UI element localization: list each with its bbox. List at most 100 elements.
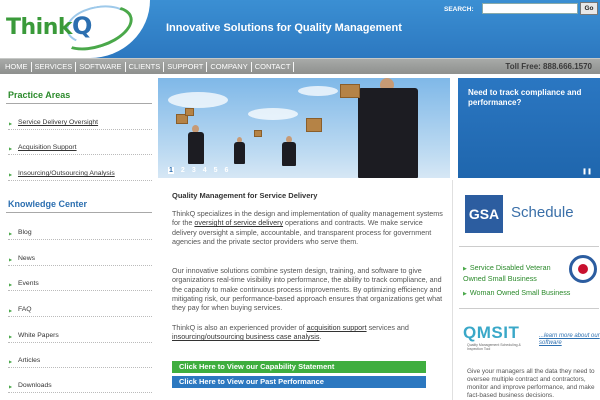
pager-item-6[interactable]: 6 [225, 167, 229, 174]
sidebar-item-service-delivery-oversight[interactable]: ▶ Service Delivery Oversight [8, 117, 152, 130]
solutions-paragraph: Our innovative solutions combine system … [172, 266, 443, 313]
learn-more-link[interactable]: ...learn more about our software [539, 333, 600, 347]
bullet-icon: ▶ [463, 291, 467, 297]
logo-text-main: Think [6, 15, 73, 40]
page-title: Quality Management for Service Delivery [172, 191, 318, 200]
paragraph-text: ThinkQ is also an experienced provider o… [172, 323, 307, 332]
nav-support[interactable]: SUPPORT [164, 59, 206, 75]
logo[interactable]: ThinkQ [0, 0, 150, 59]
sidebar-item-news[interactable]: ▶ News [8, 253, 152, 266]
sidebar-item-label: Downloads [18, 382, 52, 389]
tagline: Innovative Solutions for Quality Managem… [166, 22, 402, 34]
nav-home[interactable]: HOME [2, 59, 31, 75]
sidebar-item-label: Blog [18, 229, 32, 236]
sidebar-item-label: Service Delivery Oversight [18, 119, 99, 126]
nav-divider [75, 62, 77, 72]
qmsit-logo[interactable]: QMSIT Quality Management Scheduling & In… [463, 323, 535, 353]
bullet-icon: ▶ [9, 359, 13, 364]
promo-panel[interactable]: Need to track compliance and performance… [458, 78, 600, 178]
toll-free-number: Toll Free: 888.666.1570 [505, 62, 592, 71]
veteran-seal-icon [569, 255, 597, 283]
nav-clients[interactable]: CLIENTS [126, 59, 164, 75]
cloud [248, 108, 298, 120]
promo-title: Need to track compliance and performance… [468, 88, 582, 107]
acquisition-support-link[interactable]: acquisition support [307, 323, 367, 332]
banner-pager: 1 2 3 4 5 6 [168, 167, 228, 174]
wosb-label: Woman Owned Small Business [469, 288, 571, 297]
divider [6, 212, 152, 213]
gsa-schedule-label[interactable]: Schedule [511, 204, 574, 221]
sidebar-item-events[interactable]: ▶ Events [8, 278, 152, 291]
businessman-figure [358, 88, 418, 178]
nav-contact[interactable]: CONTACT [252, 59, 294, 75]
bullet-icon: ▶ [9, 334, 13, 339]
pager-item-4[interactable]: 4 [203, 167, 207, 174]
oversight-link[interactable]: oversight of service delivery [194, 218, 283, 227]
paragraph-text: services and [366, 323, 409, 332]
divider [459, 308, 599, 309]
capability-statement-button[interactable]: Click Here to View our Capability Statem… [172, 361, 426, 373]
gsa-logo[interactable]: GSA [465, 195, 503, 233]
pager-item-3[interactable]: 3 [192, 167, 196, 174]
sidebar-item-blog[interactable]: ▶ Blog [8, 227, 152, 240]
search-go-button[interactable]: Go [580, 2, 598, 15]
bullet-icon: ▶ [9, 172, 13, 177]
nav-divider [30, 62, 32, 72]
bullet-icon: ▶ [463, 266, 467, 272]
sidebar-item-label: Articles [18, 357, 41, 364]
search-input[interactable] [482, 3, 578, 14]
search-label: SEARCH: [444, 6, 474, 13]
flying-box [254, 130, 262, 137]
sidebar-item-acquisition-support[interactable]: ▶ Acquisition Support [8, 142, 152, 155]
sidebar-item-label: FAQ [18, 306, 32, 313]
pager-item-2[interactable]: 2 [181, 167, 185, 174]
right-column: GSA Schedule ▶ Service Disabled Veteran O… [452, 180, 600, 400]
qmsit-description: Give your managers all the data they nee… [467, 368, 595, 399]
sidebar-item-white-papers[interactable]: ▶ White Papers [8, 330, 152, 343]
businessman-figure [188, 132, 204, 164]
sidebar-item-label: Insourcing/Outsourcing Analysis [18, 170, 115, 177]
cloud [298, 86, 338, 96]
nav-services[interactable]: SERVICES [32, 59, 76, 75]
hero-banner-image[interactable] [158, 78, 450, 178]
sidebar-item-label: Events [18, 280, 39, 287]
main-nav: HOME SERVICES SOFTWARE CLIENTS SUPPORT C… [0, 58, 600, 74]
practice-areas-heading: Practice Areas [8, 90, 71, 100]
bullet-icon: ▶ [9, 308, 13, 313]
nav-divider [250, 62, 252, 72]
sidebar-item-downloads[interactable]: ▶ Downloads [8, 380, 152, 393]
insourcing-outsourcing-link[interactable]: insourcing/outsourcing business case ana… [172, 332, 319, 341]
cloud [168, 92, 228, 108]
sidebar-item-label: News [18, 255, 35, 262]
acquisition-paragraph: ThinkQ is also an experienced provider o… [172, 323, 444, 342]
pause-icon[interactable]: ❚❚ [582, 168, 592, 175]
qmsit-wordmark: QMSIT [463, 323, 520, 342]
bullet-icon: ▶ [9, 121, 13, 126]
bullet-icon: ▶ [9, 146, 13, 151]
nav-software[interactable]: SOFTWARE [76, 59, 124, 75]
site-header: ThinkQ Innovative Solutions for Quality … [0, 0, 600, 59]
sidebar-item-faq[interactable]: ▶ FAQ [8, 304, 152, 317]
bullet-icon: ▶ [9, 231, 13, 236]
sidebar-item-label: Acquisition Support [18, 144, 77, 151]
sidebar-item-articles[interactable]: ▶ Articles [8, 355, 152, 368]
paragraph-text: . [319, 332, 322, 342]
businessman-figure [234, 142, 245, 164]
pager-item-1[interactable]: 1 [168, 167, 174, 174]
businessman-figure [282, 142, 296, 166]
nav-divider [293, 62, 295, 72]
left-sidebar: Practice Areas ▶ Service Delivery Oversi… [0, 74, 156, 400]
nav-divider [124, 62, 126, 72]
sidebar-item-insourcing-outsourcing[interactable]: ▶ Insourcing/Outsourcing Analysis [8, 168, 152, 181]
pager-item-5[interactable]: 5 [214, 167, 218, 174]
logo-text-q: Q [72, 12, 92, 40]
past-performance-button[interactable]: Click Here to View our Past Performance [172, 376, 426, 388]
main-content: Quality Management for Service Delivery … [158, 180, 450, 400]
flying-box [306, 118, 322, 132]
wosb-badge: ▶ Woman Owned Small Business [463, 288, 573, 299]
nav-divider [206, 62, 208, 72]
nav-company[interactable]: COMPANY [207, 59, 250, 75]
divider [6, 103, 152, 104]
qmsit-subtitle: Quality Management Scheduling & Inspecti… [467, 343, 521, 351]
flying-box [340, 84, 360, 98]
